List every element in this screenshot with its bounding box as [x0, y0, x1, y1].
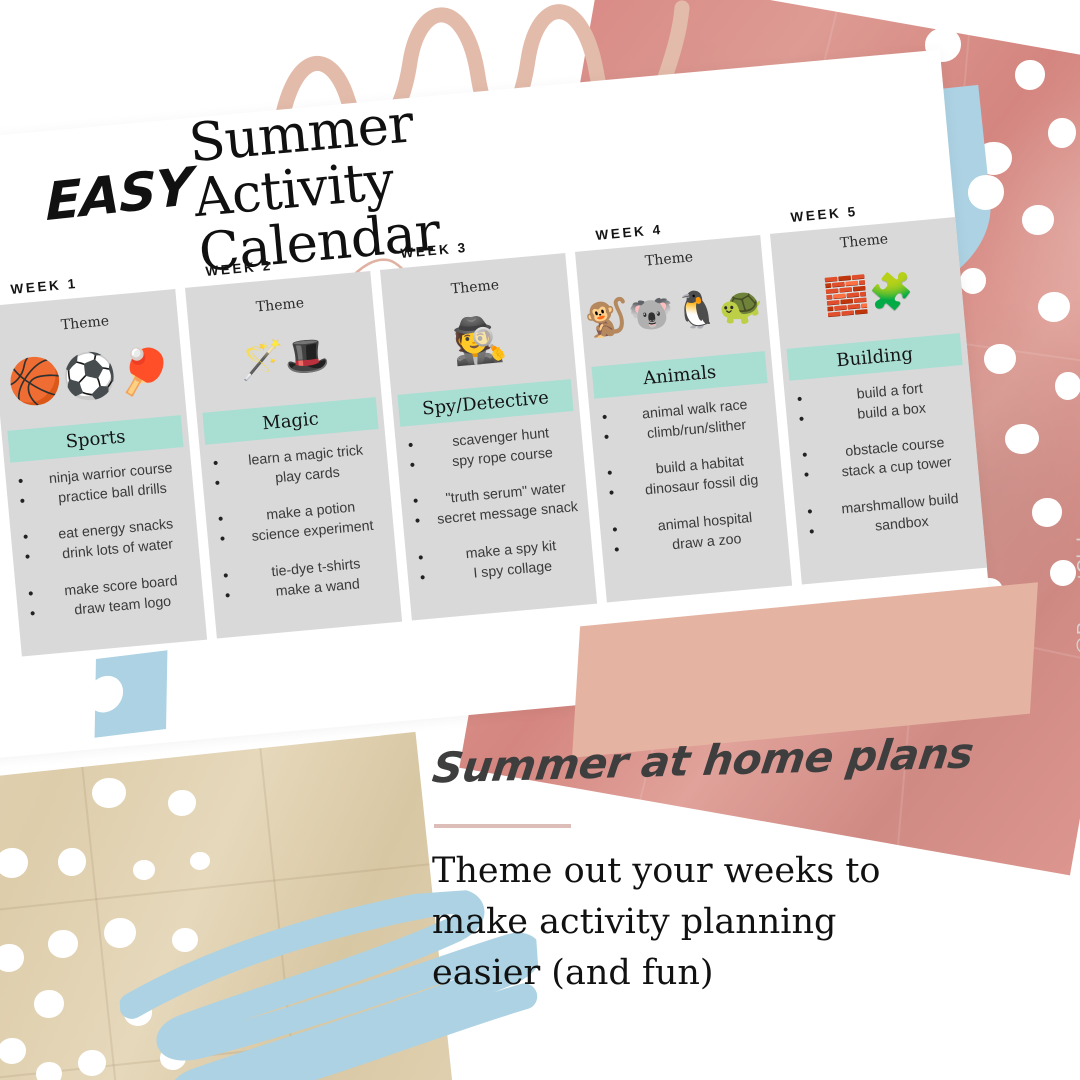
week-cards-row: WEEK 1 Theme 🏀⚽🏓 Sports ninja warrior co… [0, 0, 1080, 720]
body-copy: Theme out your weeks to make activity pl… [432, 851, 881, 993]
activity-list: scavenger hunt spy rope course "truth se… [394, 410, 594, 589]
theme-emoji-spy: 🕵️ [450, 312, 510, 369]
poster-canvas: EASY Summer Activity Calendar WEEK 1 The… [0, 0, 1080, 1080]
theme-emoji-sports: 🏀⚽🏓 [5, 343, 174, 410]
week-column-1[interactable]: WEEK 1 Theme 🏀⚽🏓 Sports ninja warrior co… [0, 267, 208, 657]
activity-list: learn a magic trick play cards make a po… [199, 428, 399, 607]
week-card[interactable]: Theme 🪄🎩 Magic learn a magic trick play … [184, 271, 403, 639]
week-column-5[interactable]: WEEK 5 Theme 🧱🧩 Building build a fort bu… [768, 195, 988, 585]
theme-emoji-animals: 🐒🐨🐧🐢 [582, 284, 766, 342]
activity-list: animal walk race climb/run/slither build… [588, 382, 788, 561]
activity-list: ninja warrior course practice ball drill… [4, 446, 204, 625]
week-card[interactable]: Theme 🕵️ Spy/Detective scavenger hunt sp… [379, 253, 598, 621]
week-card[interactable]: Theme 🧱🧩 Building build a fort build a b… [769, 217, 988, 585]
blue-tab-shape [87, 650, 168, 738]
week-card[interactable]: Theme 🏀⚽🏓 Sports ninja warrior course pr… [0, 289, 208, 657]
week-column-4[interactable]: WEEK 4 Theme 🐒🐨🐧🐢 Animals animal walk ra… [573, 213, 793, 603]
watermark: @ParentClub [1074, 530, 1080, 656]
theme-emoji-magic: 🪄🎩 [238, 334, 332, 384]
week-column-2[interactable]: WEEK 2 Theme 🪄🎩 Magic learn a magic tric… [183, 249, 403, 639]
divider-rule [434, 824, 571, 828]
activity-list: build a fort build a box obstacle course… [783, 364, 983, 543]
week-column-3[interactable]: WEEK 3 Theme 🕵️ Spy/Detective scavenger … [378, 231, 598, 621]
theme-emoji-building: 🧱🧩 [822, 270, 916, 320]
week-card[interactable]: Theme 🐒🐨🐧🐢 Animals animal walk race clim… [574, 235, 793, 603]
